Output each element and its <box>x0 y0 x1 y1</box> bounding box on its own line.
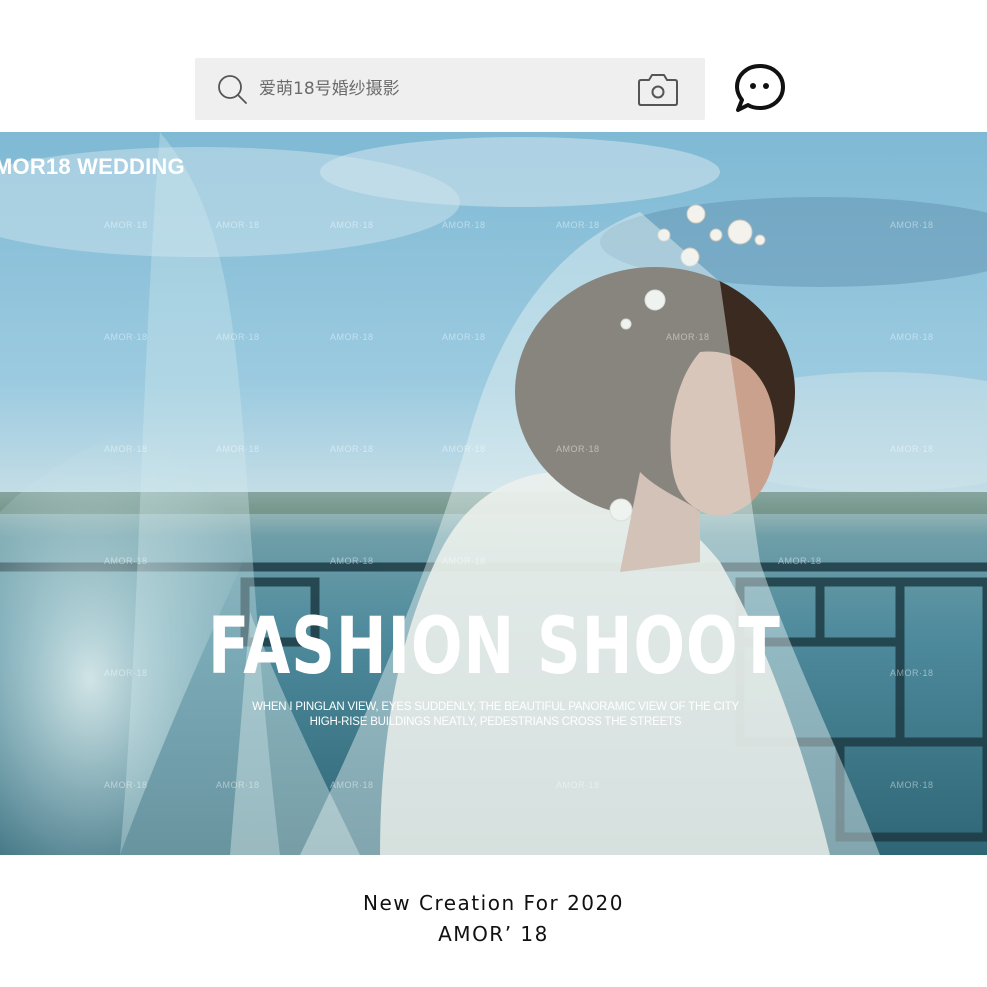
subline-1: WHEN I PINGLAN VIEW, EYES SUDDENLY, THE … <box>252 701 739 713</box>
watermark: AMOR·18 <box>104 780 148 790</box>
watermark: AMOR·18 <box>778 556 822 566</box>
brand-tag: MOR18 WEDDING <box>0 154 185 179</box>
watermark: AMOR·18 <box>330 780 374 790</box>
watermark: AMOR·18 <box>104 220 148 230</box>
search-input[interactable] <box>259 72 619 106</box>
watermark: AMOR·18 <box>216 220 260 230</box>
watermark: AMOR·18 <box>216 444 260 454</box>
watermark: AMOR·18 <box>890 668 934 678</box>
watermark: AMOR·18 <box>216 780 260 790</box>
watermark: AMOR·18 <box>330 332 374 342</box>
watermark: AMOR·18 <box>890 220 934 230</box>
chat-bubble-icon[interactable] <box>733 62 787 114</box>
hero-photo <box>0 132 987 855</box>
watermark: AMOR·18 <box>556 780 600 790</box>
hero-banner[interactable]: AMOR·18 AMOR·18 AMOR·18 AMOR·18 AMOR·18 … <box>0 132 987 855</box>
footer-tagline: New Creation For 2020 <box>363 891 624 915</box>
watermark: AMOR·18 <box>330 220 374 230</box>
watermark: AMOR·18 <box>104 444 148 454</box>
watermark: AMOR·18 <box>442 332 486 342</box>
footer-brand: AMOR’ 18 <box>438 922 549 946</box>
headline: FASHION SHOOT <box>207 602 781 692</box>
watermark: AMOR·18 <box>442 556 486 566</box>
watermark: AMOR·18 <box>666 332 710 342</box>
watermark: AMOR·18 <box>330 444 374 454</box>
watermark: AMOR·18 <box>890 780 934 790</box>
watermark: AMOR·18 <box>104 556 148 566</box>
search-icon <box>218 75 247 104</box>
watermark: AMOR·18 <box>556 220 600 230</box>
watermark: AMOR·18 <box>442 220 486 230</box>
page: AMOR·18 AMOR·18 AMOR·18 AMOR·18 AMOR·18 … <box>0 0 987 987</box>
watermark: AMOR·18 <box>104 332 148 342</box>
watermark: AMOR·18 <box>442 444 486 454</box>
camera-icon[interactable] <box>637 70 679 108</box>
watermark: AMOR·18 <box>890 332 934 342</box>
watermark: AMOR·18 <box>216 332 260 342</box>
watermark: AMOR·18 <box>556 444 600 454</box>
watermark: AMOR·18 <box>330 556 374 566</box>
search-bar[interactable] <box>195 58 705 120</box>
subline-2: HIGH-RISE BUILDINGS NEATLY, PEDESTRIANS … <box>309 716 682 728</box>
watermark: AMOR·18 <box>890 444 934 454</box>
